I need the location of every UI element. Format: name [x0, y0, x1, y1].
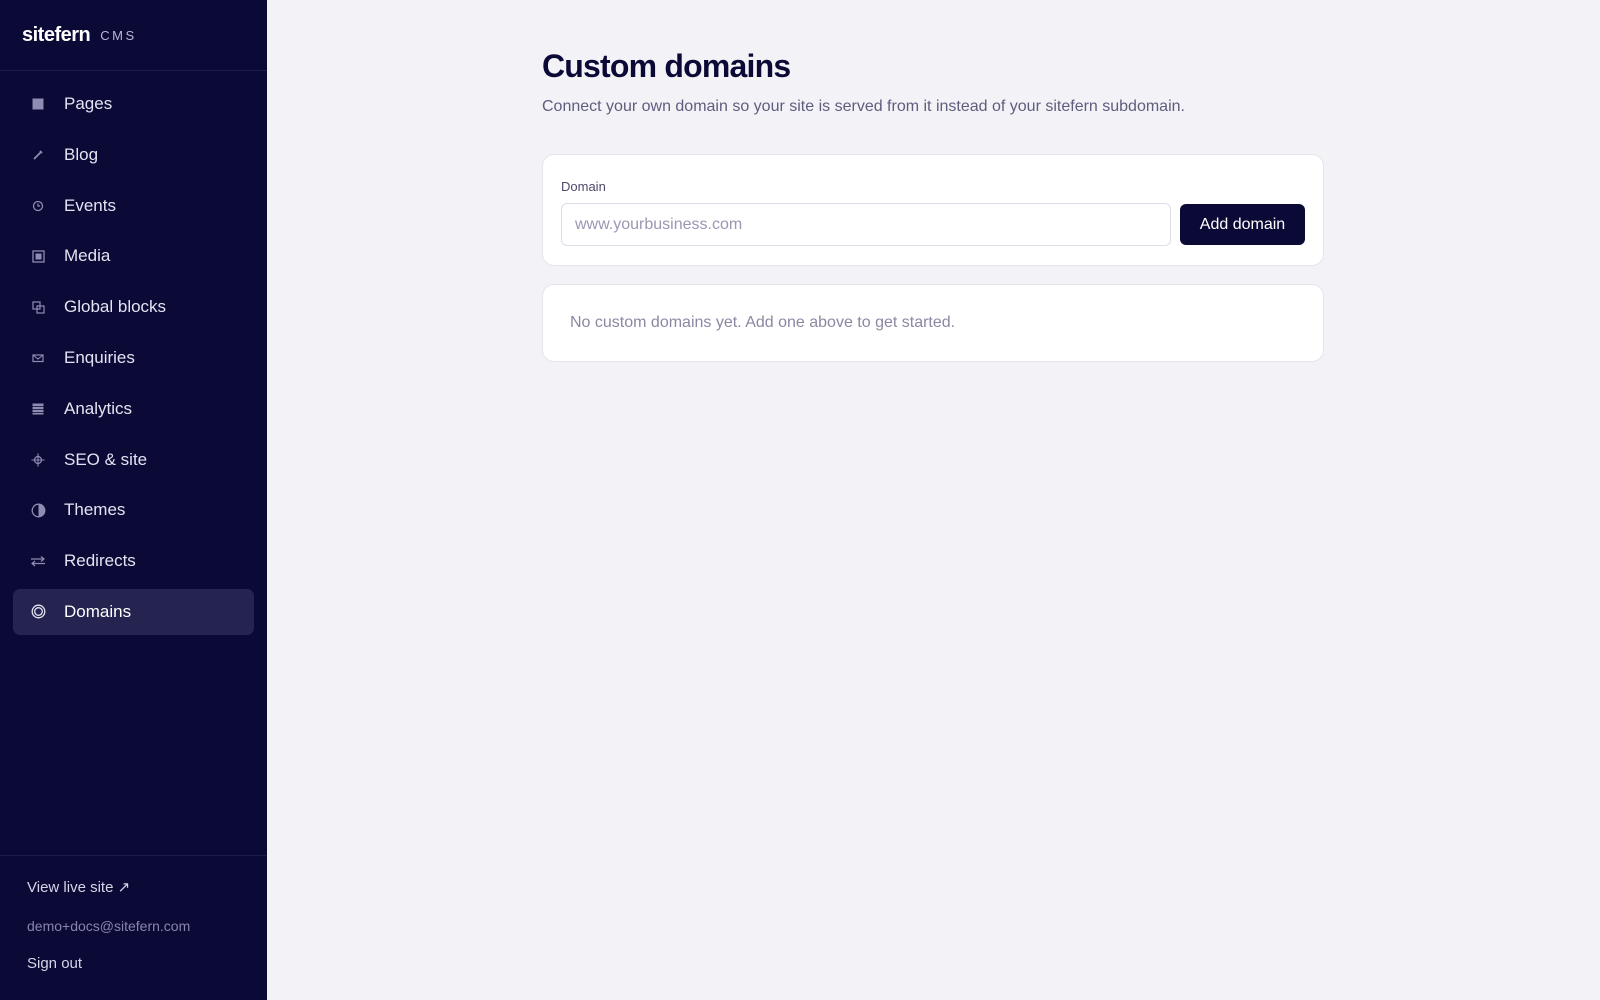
- domain-input[interactable]: [561, 203, 1171, 246]
- crosshair-icon: [30, 452, 46, 468]
- image-icon: [30, 248, 46, 264]
- user-email: demo+docs@sitefern.com: [27, 918, 191, 934]
- sidebar-item-themes[interactable]: Themes: [13, 487, 254, 533]
- bar-chart-icon: [30, 401, 46, 417]
- app: sitefern CMS Pages Blog Events Media Glo…: [0, 0, 1600, 1000]
- sidebar-item-label: Events: [64, 195, 116, 215]
- sidebar-item-seo[interactable]: SEO & site: [13, 437, 254, 483]
- sidebar-item-events[interactable]: Events: [13, 183, 254, 229]
- sidebar-item-label: Redirects: [64, 551, 136, 571]
- domains-list-empty: No custom domains yet. Add one above to …: [542, 284, 1324, 362]
- sidebar-item-label: Media: [64, 246, 111, 266]
- sidebar-item-label: Pages: [64, 94, 113, 113]
- sidebar-item-label: SEO & site: [64, 449, 148, 469]
- brand-tag: CMS: [100, 27, 137, 43]
- sidebar-item-label: Global blocks: [64, 297, 167, 317]
- sidebar-item-media[interactable]: Media: [13, 233, 254, 279]
- page-title: Custom domains: [542, 48, 791, 84]
- add-domain-card: Domain Add domain: [542, 154, 1324, 266]
- envelope-icon: [30, 350, 46, 366]
- brand[interactable]: sitefern CMS: [0, 0, 267, 71]
- sidebar-footer: View live site ↗ demo+docs@sitefern.com …: [0, 855, 267, 1000]
- sidebar-item-label: Blog: [64, 144, 99, 164]
- clock-icon: [30, 198, 46, 214]
- empty-state-message: No custom domains yet. Add one above to …: [570, 314, 956, 331]
- main-content: Custom domains Connect your own domain s…: [267, 0, 1600, 1000]
- arrows-swap-icon: [30, 553, 46, 569]
- sign-out-link[interactable]: Sign out: [27, 955, 267, 972]
- sidebar-item-label: Themes: [64, 500, 126, 520]
- sidebar-nav: Pages Blog Events Media Global blocks En…: [0, 71, 267, 855]
- view-live-site-link[interactable]: View live site ↗: [27, 878, 267, 896]
- pencil-icon: [30, 147, 46, 163]
- sidebar-item-blog[interactable]: Blog: [13, 132, 254, 178]
- sidebar-item-analytics[interactable]: Analytics: [13, 386, 254, 432]
- sidebar-item-label: Analytics: [64, 398, 133, 418]
- sidebar-item-label: Domains: [64, 601, 132, 621]
- half-circle-icon: [30, 502, 46, 518]
- globe-ring-icon: [30, 604, 46, 620]
- brand-logo: sitefern: [22, 23, 91, 46]
- sidebar-item-domains[interactable]: Domains: [13, 588, 254, 635]
- sidebar-item-label: Enquiries: [64, 347, 135, 367]
- sidebar-item-pages[interactable]: Pages: [13, 81, 254, 127]
- page-subtitle: Connect your own domain so your site is …: [542, 98, 1185, 115]
- domain-field-row: Add domain: [561, 203, 1305, 246]
- add-domain-button[interactable]: Add domain: [1180, 204, 1305, 245]
- sidebar-item-global-blocks[interactable]: Global blocks: [13, 284, 254, 330]
- domain-field-label: Domain: [561, 179, 606, 194]
- sidebar-item-enquiries[interactable]: Enquiries: [13, 335, 254, 381]
- sidebar: sitefern CMS Pages Blog Events Media Glo…: [0, 0, 267, 1000]
- sidebar-item-redirects[interactable]: Redirects: [13, 538, 254, 584]
- pages-icon: [30, 96, 46, 112]
- blocks-icon: [30, 299, 46, 315]
